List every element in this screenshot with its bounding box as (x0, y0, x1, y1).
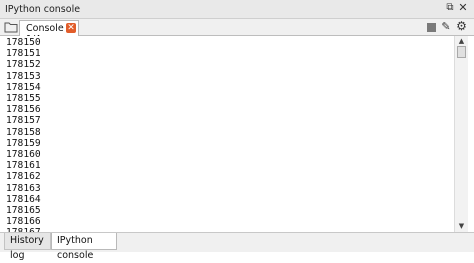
console-line: 178166 (6, 216, 41, 228)
tab-ipython-console[interactable]: IPython console (51, 233, 117, 261)
console-line: 178153 (6, 70, 41, 82)
console-line: 178150 (6, 37, 41, 48)
stop-icon[interactable] (427, 23, 436, 32)
console-line: 178151 (6, 48, 41, 60)
console-line: 178155 (6, 93, 41, 105)
scroll-down-icon[interactable]: ▼ (455, 222, 468, 231)
console-line: 178161 (6, 160, 41, 172)
console-lines: 178150 178151 178152 178153 178154 17815… (6, 37, 41, 232)
pane-title: IPython console (5, 4, 81, 15)
console-line: 178152 (6, 59, 41, 71)
folder-icon[interactable] (4, 21, 18, 33)
float-icon[interactable]: ⧉ (445, 3, 455, 13)
eraser-icon[interactable]: ✎ (440, 21, 452, 33)
bottom-tab-bar: History log IPython console (0, 232, 474, 261)
vertical-scrollbar[interactable]: ▲ ▼ (454, 36, 468, 232)
console-line: 178159 (6, 137, 41, 149)
console-line: 178162 (6, 171, 41, 183)
console-line: 178160 (6, 149, 41, 161)
gear-icon[interactable]: ⚙ (455, 20, 468, 33)
pane-title-bar: IPython console ⧉ ✕ (0, 0, 474, 19)
tab-history-log[interactable]: History log (4, 233, 51, 261)
console-tab-bar: Console 1/A ✕ (0, 19, 474, 45)
scroll-thumb[interactable] (457, 46, 466, 58)
scroll-up-icon[interactable]: ▲ (455, 37, 468, 46)
close-icon[interactable]: ✕ (458, 2, 468, 13)
console-line: 178163 (6, 182, 41, 194)
console-line: 178154 (6, 81, 41, 93)
console-line: 178165 (6, 205, 41, 217)
console-line: 178164 (6, 193, 41, 205)
console-line: 178157 (6, 115, 41, 127)
tab-close-icon[interactable]: ✕ (66, 23, 76, 33)
console-line: 178158 (6, 126, 41, 138)
console-output[interactable]: 178150 178151 178152 178153 178154 17815… (4, 36, 454, 232)
tab-console-1a[interactable]: Console 1/A ✕ (19, 20, 79, 45)
console-line: 178156 (6, 104, 41, 116)
